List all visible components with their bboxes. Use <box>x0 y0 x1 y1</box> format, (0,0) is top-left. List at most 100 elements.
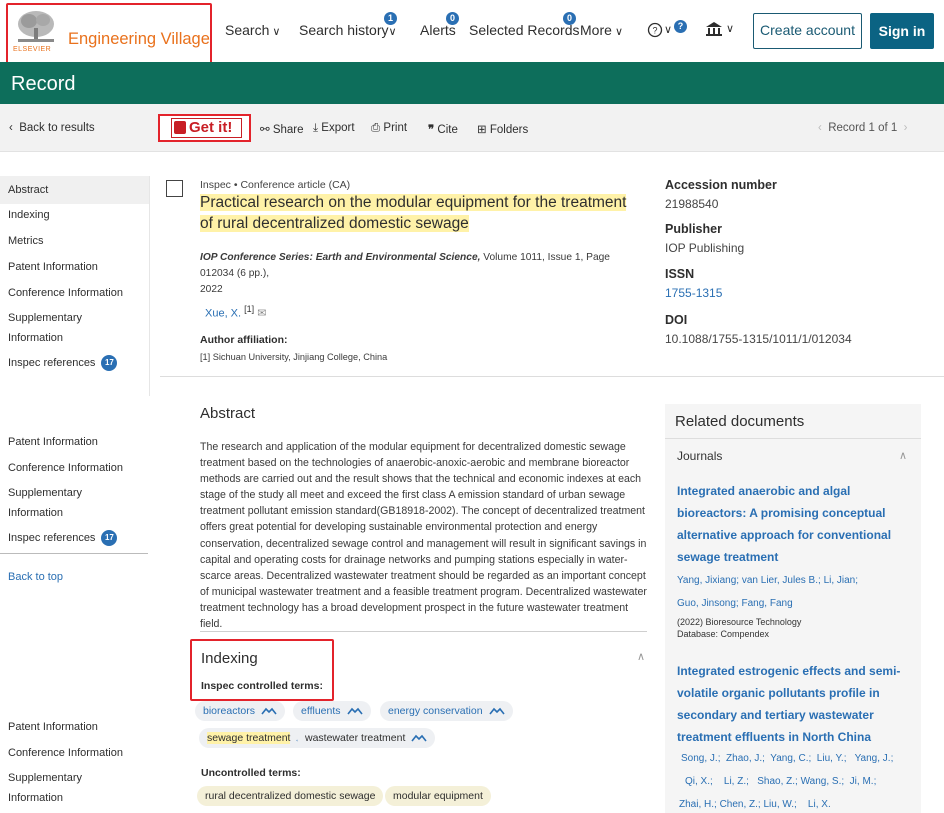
left-nav-abstract[interactable]: Abstract <box>8 184 48 197</box>
publisher-label: Publisher <box>665 222 722 236</box>
email-icon[interactable]: ✉ <box>257 308 266 320</box>
journal-name[interactable]: IOP Conference Series: Earth and Environ… <box>200 252 480 263</box>
related-doc-1-authors-2[interactable]: Guo, Jinsong; Fang, Fang <box>677 592 793 615</box>
create-account-button[interactable]: Create account <box>753 13 862 49</box>
source-line: Inspec • Conference article (CA) <box>200 179 351 191</box>
chevron-down-icon: ∨ <box>388 26 397 38</box>
affiliation-label: Author affiliation: <box>200 334 288 346</box>
indexing-divider <box>200 631 647 632</box>
left-nav-patent-information[interactable]: Patent Information <box>8 261 98 274</box>
cite-button[interactable]: ❞ Cite <box>428 122 458 136</box>
left-nav-supplementary-3[interactable]: Supplementary <box>8 772 82 785</box>
institution-icon <box>706 22 722 36</box>
accession-value: 21988540 <box>665 197 719 211</box>
related-doc-2-authors-3[interactable]: Zhai, H.; Chen, Z.; Liu, W.; Li, X. <box>679 793 831 813</box>
left-nav-metrics[interactable]: Metrics <box>8 235 43 248</box>
share-icon: ⚯ <box>260 124 270 136</box>
author-link[interactable]: Xue, X. <box>205 308 241 320</box>
help-menu[interactable]: ? ∨ ? <box>647 20 687 40</box>
abstract-text: The research and application of the modu… <box>200 441 647 631</box>
related-heading: Related documents <box>675 413 805 430</box>
get-it-icon <box>174 121 186 134</box>
author-line: Xue, X. [1] ✉ <box>205 304 267 320</box>
term-chip-wastewater-treatment[interactable]: wastewater treatment <box>297 728 436 748</box>
abstract-heading: Abstract <box>200 405 256 422</box>
search-history-badge: 1 <box>384 12 397 25</box>
export-icon: ⤓ <box>313 122 319 134</box>
header-divider <box>160 376 944 377</box>
chevron-right-icon[interactable]: › <box>900 122 908 134</box>
nav-selected-records[interactable]: Selected Records <box>469 22 580 38</box>
term-chip-energy-conservation[interactable]: energy conservation <box>380 701 513 721</box>
help-icon: ? <box>647 22 663 38</box>
back-to-results-link[interactable]: ‹ Back to results <box>9 122 95 134</box>
accession-label: Accession number <box>665 178 777 192</box>
controlled-terms-label: Inspec controlled terms: <box>201 680 323 692</box>
chevron-left-icon: ‹ <box>9 122 17 134</box>
affiliation-text: [1] Sichuan University, Jinjiang College… <box>200 352 388 362</box>
related-doc-2-authors-2[interactable]: Qi, X.; Li, Z.; Shao, Z.; Wang, S.; Ji, … <box>685 770 876 793</box>
left-nav-supplementary-information-3[interactable]: Information <box>8 792 63 805</box>
trend-icon <box>488 708 505 715</box>
related-doc-1-title[interactable]: Integrated anaerobic and algal bioreacto… <box>677 480 915 568</box>
left-nav-inspec-references[interactable]: Inspec references 17 <box>8 355 118 371</box>
journals-section-label: Journals <box>677 449 723 463</box>
sign-in-button[interactable]: Sign in <box>870 13 934 49</box>
back-to-top-link[interactable]: Back to top <box>8 571 63 584</box>
print-button[interactable]: ⎙ Print <box>371 122 407 135</box>
left-nav-supplementary-information-2[interactable]: Information <box>8 507 63 520</box>
left-nav-supplementary[interactable]: Supplementary <box>8 312 82 325</box>
uncontrolled-terms-label: Uncontrolled terms: <box>201 767 301 779</box>
left-nav-supplementary-information[interactable]: Information <box>8 332 63 345</box>
left-nav-inspec-references-2[interactable]: Inspec references 17 <box>8 530 118 546</box>
left-nav-conference-information-3[interactable]: Conference Information <box>8 747 123 760</box>
left-nav-patent-information-3[interactable]: Patent Information <box>8 721 98 734</box>
nav-more[interactable]: More ∨ <box>580 22 623 38</box>
chevron-up-icon[interactable]: ∧ <box>899 449 907 462</box>
issn-label: ISSN <box>665 267 695 281</box>
term-chip-bioreactors[interactable]: bioreactors <box>195 701 285 721</box>
folders-button[interactable]: ⊞ Folders <box>477 122 528 136</box>
left-nav-patent-information-2[interactable]: Patent Information <box>8 436 98 449</box>
left-nav-conference-information-2[interactable]: Conference Information <box>8 462 123 475</box>
refs-count-badge: 17 <box>101 355 118 371</box>
nav-search-history[interactable]: Search history∨ <box>299 22 397 38</box>
term-chip-modular-equipment[interactable]: modular equipment <box>385 786 491 806</box>
left-nav-indexing[interactable]: Indexing <box>8 209 50 222</box>
term-chip-rural-decentralized[interactable]: rural decentralized domestic sewage <box>197 786 384 806</box>
related-doc-1-source: (2022) Bioresource Technology <box>677 617 802 627</box>
chevron-up-icon[interactable]: ∧ <box>637 650 645 663</box>
related-doc-2-authors[interactable]: Song, J.; Zhao, J.; Yang, C.; Liu, Y.; Y… <box>681 747 893 770</box>
export-button[interactable]: ⤓ Export <box>313 122 355 135</box>
page-title: Record <box>11 73 76 95</box>
nav-search[interactable]: Search ∨ <box>225 22 280 38</box>
publisher-value: IOP Publishing <box>665 241 745 255</box>
doi-value: 10.1088/1755-1315/1011/1/012034 <box>665 332 852 346</box>
chevron-left-icon[interactable]: ‹ <box>818 122 825 134</box>
record-title: Practical research on the modular equipm… <box>200 194 627 232</box>
related-doc-2-title[interactable]: Integrated estrogenic effects and semi-v… <box>677 660 913 748</box>
print-icon: ⎙ <box>371 122 381 134</box>
related-doc-1-authors[interactable]: Yang, Jixiang; van Lier, Jules B.; Li, J… <box>677 569 858 592</box>
help-badge: ? <box>674 20 687 33</box>
chevron-down-icon: ∨ <box>726 23 735 35</box>
record-pager: ‹ Record 1 of 1 › <box>818 122 908 134</box>
indexing-heading: Indexing <box>201 650 258 667</box>
alerts-badge: 0 <box>446 12 459 25</box>
related-divider <box>665 438 921 439</box>
related-doc-1-database: Database: Compendex <box>677 629 770 639</box>
institution-menu[interactable]: ∨ <box>705 20 741 40</box>
citation: IOP Conference Series: Earth and Environ… <box>200 252 610 295</box>
left-nav-conference-information[interactable]: Conference Information <box>8 287 123 300</box>
left-nav-supplementary-2[interactable]: Supplementary <box>8 487 82 500</box>
trend-icon <box>411 735 428 742</box>
doi-label: DOI <box>665 313 688 327</box>
publication-year: 2022 <box>200 284 223 295</box>
record-bar: Record <box>0 62 944 104</box>
folder-add-icon: ⊞ <box>477 124 487 136</box>
select-record-checkbox[interactable] <box>166 180 183 197</box>
term-chip-effluents[interactable]: effluents <box>293 701 371 721</box>
svg-text:?: ? <box>652 26 657 36</box>
issn-link[interactable]: 1755-1315 <box>665 286 935 300</box>
share-button[interactable]: ⚯ Share <box>260 122 304 136</box>
